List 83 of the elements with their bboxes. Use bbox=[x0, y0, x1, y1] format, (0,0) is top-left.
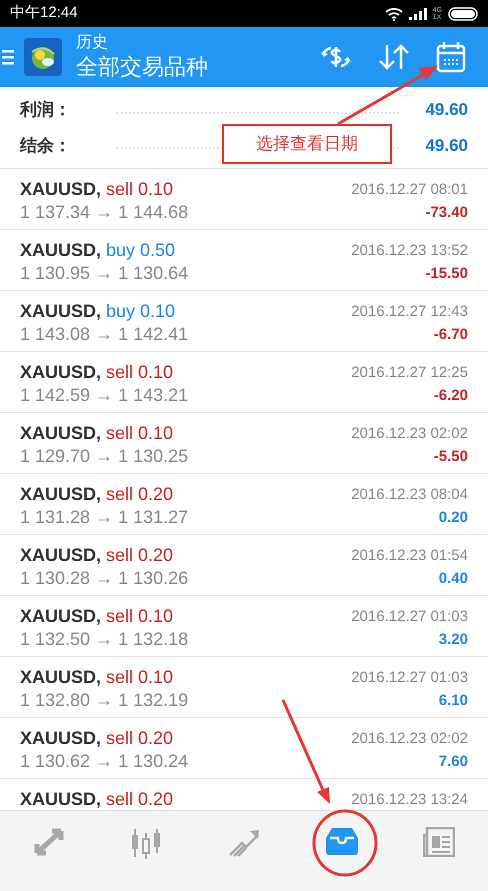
price-range: 1 130.28 → 1 130.26 bbox=[20, 567, 188, 590]
order-label: sell 0.20 bbox=[106, 483, 174, 506]
profit-value: -6.70 bbox=[434, 325, 468, 345]
sort-icon[interactable] bbox=[378, 42, 410, 72]
price-range: 1 137.34 → 1 144.68 bbox=[20, 201, 188, 224]
profit-value: 0.40 bbox=[438, 569, 468, 589]
symbol-label: XAUUSD, bbox=[20, 605, 102, 628]
price-range: 1 130.62 → 1 130.24 bbox=[20, 750, 188, 773]
trade-row[interactable]: XAUUSD, sell 0.10 1 132.50 → 1 132.18 2016.12.27 01:03 3.20 bbox=[0, 596, 488, 657]
profit-value: 7.60 bbox=[438, 752, 468, 772]
profit-value: -15.50 bbox=[425, 264, 468, 284]
trade-row[interactable]: XAUUSD, sell 0.10 1 137.34 → 1 144.68 2016.12.27 08:01 -73.40 bbox=[0, 169, 488, 230]
order-label: sell 0.10 bbox=[106, 422, 174, 445]
candlestick-icon[interactable] bbox=[130, 827, 162, 859]
trend-chart-icon[interactable] bbox=[228, 827, 260, 857]
symbol-label: XAUUSD, bbox=[20, 178, 102, 201]
symbol-label: XAUUSD, bbox=[20, 483, 102, 506]
trade-time: 2016.12.23 08:04 bbox=[351, 485, 468, 505]
symbol-label: XAUUSD, bbox=[20, 727, 102, 750]
order-label: sell 0.10 bbox=[106, 361, 174, 384]
trade-row[interactable]: XAUUSD, sell 0.10 1 132.80 → 1 132.19 2016.12.27 01:03 6.10 bbox=[0, 657, 488, 718]
summary-label: 结余： bbox=[20, 134, 72, 156]
order-label: sell 0.10 bbox=[106, 666, 174, 689]
symbol-label: XAUUSD, bbox=[20, 544, 102, 567]
symbol-label: XAUUSD, bbox=[20, 422, 102, 445]
summary-value: 49.60 bbox=[425, 134, 468, 156]
trade-row[interactable]: XAUUSD, buy 0.10 1 143.08 → 1 142.41 2016.12.27 12:43 -6.70 bbox=[0, 291, 488, 352]
trade-time: 2016.12.23 01:54 bbox=[351, 546, 468, 566]
inbox-icon[interactable] bbox=[326, 827, 358, 855]
trade-time: 2016.12.23 02:02 bbox=[351, 729, 468, 749]
trade-time: 2016.12.27 01:03 bbox=[351, 607, 468, 627]
symbol-label: XAUUSD, bbox=[20, 361, 102, 384]
symbol-label: XAUUSD, bbox=[20, 300, 102, 323]
battery-icon bbox=[448, 6, 478, 20]
price-range: 1 132.50 → 1 132.18 bbox=[20, 628, 188, 651]
trade-time: 2016.12.23 02:02 bbox=[351, 424, 468, 444]
trade-row[interactable]: XAUUSD, sell 0.20 1 130.28 → 1 130.26 2016.12.23 01:54 0.40 bbox=[0, 535, 488, 596]
order-label: buy 0.10 bbox=[106, 300, 176, 323]
profit-value: 3.20 bbox=[438, 630, 468, 650]
profit-value: -73.40 bbox=[425, 203, 468, 223]
summary-value: 49.60 bbox=[425, 99, 468, 121]
trade-time: 2016.12.27 12:43 bbox=[351, 302, 468, 322]
order-label: buy 0.50 bbox=[106, 239, 176, 262]
summary-label: 利润： bbox=[20, 99, 72, 121]
order-label: sell 0.20 bbox=[106, 544, 174, 567]
symbol-label: XAUUSD, bbox=[20, 239, 102, 262]
price-range: 1 142.59 → 1 143.21 bbox=[20, 384, 188, 407]
profit-value: 0.20 bbox=[438, 508, 468, 528]
price-range: 1 130.95 → 1 130.64 bbox=[20, 262, 188, 285]
order-label: sell 0.20 bbox=[106, 788, 174, 810]
price-range: 1 129.70 → 1 130.25 bbox=[20, 445, 188, 468]
trade-time: 2016.12.23 13:24 bbox=[351, 790, 468, 810]
symbol-label: XAUUSD, bbox=[20, 788, 102, 810]
calendar-icon[interactable] bbox=[436, 41, 466, 73]
profit-value: -6.20 bbox=[434, 386, 468, 406]
profit-value: -5.50 bbox=[434, 447, 468, 467]
price-range: 1 131.28 → 1 131.27 bbox=[20, 506, 188, 529]
order-label: sell 0.10 bbox=[106, 178, 174, 201]
trade-row[interactable]: XAUUSD, buy 0.50 1 130.95 → 1 130.64 2016.12.23 13:52 -15.50 bbox=[0, 230, 488, 291]
trade-row[interactable]: XAUUSD, sell 0.10 1 129.70 → 1 130.25 2016.12.23 02:02 -5.50 bbox=[0, 413, 488, 474]
callout-box: 选择查看日期 bbox=[222, 124, 392, 164]
symbol-label: XAUUSD, bbox=[20, 666, 102, 689]
signal-icon bbox=[408, 8, 427, 20]
trade-time: 2016.12.27 01:03 bbox=[351, 668, 468, 688]
trade-time: 2016.12.27 08:01 bbox=[351, 180, 468, 200]
trade-row[interactable]: XAUUSD, sell 0.20 1 131.28 → 1 131.27 2016.12.23 08:04 0.20 bbox=[0, 474, 488, 535]
trade-row[interactable]: XAUUSD, sell 0.10 1 142.59 → 1 143.21 2016.12.27 12:25 -6.20 bbox=[0, 352, 488, 413]
menu-icon[interactable] bbox=[2, 49, 14, 65]
order-label: sell 0.10 bbox=[106, 605, 174, 628]
trade-time: 2016.12.23 13:52 bbox=[351, 241, 468, 261]
wifi-icon bbox=[384, 6, 403, 20]
trade-arrows-icon[interactable] bbox=[32, 827, 65, 857]
trade-row[interactable]: XAUUSD, sell 0.20 1 130.62 → 1 130.24 2016.12.23 02:02 7.60 bbox=[0, 718, 488, 779]
trade-time: 2016.12.27 12:25 bbox=[351, 363, 468, 383]
clock-time: 中午12:44 bbox=[10, 3, 78, 24]
order-label: sell 0.20 bbox=[106, 727, 174, 750]
annotation-circle bbox=[312, 810, 378, 876]
app-logo-icon bbox=[24, 38, 62, 76]
price-range: 1 132.80 → 1 132.19 bbox=[20, 689, 188, 712]
screen-title: 历史 bbox=[76, 33, 109, 54]
price-range: 1 143.08 → 1 142.41 bbox=[20, 323, 188, 346]
news-icon[interactable] bbox=[423, 827, 456, 857]
profit-value: 6.10 bbox=[438, 691, 468, 711]
